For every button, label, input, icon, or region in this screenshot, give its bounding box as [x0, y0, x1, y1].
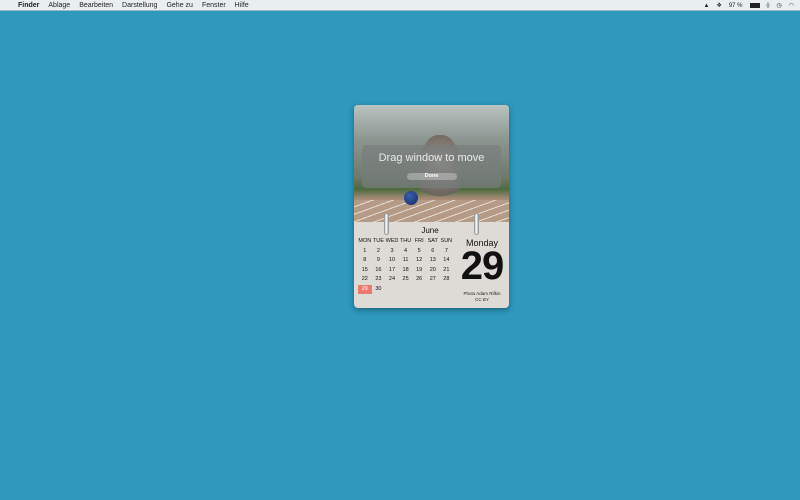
day-cell[interactable]: 27 — [426, 275, 440, 285]
weekday-label: THU — [399, 238, 412, 244]
day-cell — [412, 285, 426, 295]
week-row: 15 16 17 18 19 20 21 — [358, 266, 458, 276]
day-cell[interactable]: 30 — [372, 285, 386, 295]
day-cell[interactable]: 23 — [372, 275, 386, 285]
weekday-label: SUN — [440, 238, 453, 244]
day-cell[interactable]: 17 — [385, 266, 399, 276]
day-cell[interactable]: 11 — [399, 256, 413, 266]
day-cell[interactable]: 8 — [358, 256, 372, 266]
month-label: June — [421, 226, 439, 235]
day-cell[interactable]: 25 — [399, 275, 413, 285]
day-cell[interactable]: 12 — [412, 256, 426, 266]
battery-icon[interactable] — [749, 3, 760, 8]
day-cell[interactable]: 24 — [385, 275, 399, 285]
menu-bearbeiten[interactable]: Bearbeiten — [79, 0, 113, 11]
day-cell[interactable]: 15 — [358, 266, 372, 276]
day-cell[interactable]: 3 — [385, 247, 399, 257]
day-cell[interactable]: 1 — [358, 247, 372, 257]
menu-ablage[interactable]: Ablage — [48, 0, 70, 11]
drag-overlay: Drag window to move Done — [362, 145, 501, 188]
bluetooth-icon[interactable]: ⟠ — [767, 2, 770, 9]
weekday-label: WED — [385, 238, 399, 244]
day-cell[interactable]: 20 — [426, 266, 440, 276]
day-cell[interactable]: 16 — [372, 266, 386, 276]
drag-instruction: Drag window to move — [378, 152, 485, 164]
done-button[interactable]: Done — [406, 173, 457, 180]
day-number: 29 — [460, 244, 505, 288]
weekday-label: FRI — [414, 238, 424, 244]
cat-icon[interactable]: ▲ — [704, 3, 710, 9]
day-cell — [426, 285, 440, 295]
weekday-label: TUE — [372, 238, 384, 244]
week-row: 1234567 — [358, 247, 458, 257]
day-cell — [440, 285, 454, 295]
menu-darstellung[interactable]: Darstellung — [122, 0, 157, 11]
menu-hilfe[interactable]: Hilfe — [235, 0, 249, 11]
week-row: 8 9 10 11 12 13 14 — [358, 256, 458, 266]
week-row: 29 30 — [358, 284, 458, 295]
menu-gehe-zu[interactable]: Gehe zu — [166, 0, 192, 11]
day-cell[interactable]: 6 — [426, 247, 440, 257]
credit-license: CC BY — [475, 297, 489, 302]
time-machine-icon[interactable]: ◷ — [777, 2, 782, 9]
menu-bar: Finder Ablage Bearbeiten Darstellung Geh… — [0, 0, 800, 11]
day-cell[interactable]: 19 — [412, 266, 426, 276]
day-cell[interactable]: 18 — [399, 266, 413, 276]
day-cell — [399, 285, 413, 295]
day-cell[interactable]: 21 — [440, 266, 454, 276]
day-cell[interactable]: 9 — [372, 256, 386, 266]
wifi-icon[interactable]: ◠ — [789, 2, 794, 9]
day-cell[interactable]: 28 — [440, 275, 454, 285]
kitten-photo: Drag window to move Done — [354, 105, 509, 222]
weekday-header-row: MON TUE WED THU FRI SAT SUN — [358, 237, 458, 247]
dropbox-icon[interactable]: ❖ — [716, 2, 721, 9]
day-cell[interactable]: 14 — [440, 256, 454, 266]
day-cell-today[interactable]: 29 — [358, 284, 372, 294]
day-cell[interactable]: 2 — [372, 247, 386, 257]
day-cell[interactable]: 7 — [440, 247, 454, 257]
day-cell[interactable]: 5 — [412, 247, 426, 257]
day-cell — [385, 285, 399, 295]
calendar-widget[interactable]: Drag window to move Done June MON TUE WED T… — [354, 105, 509, 308]
battery-percent[interactable]: 97 % — [729, 3, 743, 9]
weekday-label: SAT — [427, 238, 438, 244]
menu-fenster[interactable]: Fenster — [202, 0, 226, 11]
day-cell[interactable]: 4 — [399, 247, 413, 257]
photo-credit: Photo Adam Rifkin CC BY — [458, 291, 506, 303]
day-cell[interactable]: 26 — [412, 275, 426, 285]
calendar-grid: MON TUE WED THU FRI SAT SUN 1 2 3 4 5 6 7 8 9 10 11 12 13 14… — [358, 237, 458, 294]
day-cell[interactable]: 22 — [358, 275, 372, 285]
day-cell[interactable]: 10 — [385, 256, 399, 266]
menu-finder[interactable]: Finder — [18, 0, 39, 11]
week-row: 22 23 24 25 26 27 28 — [358, 275, 458, 285]
weekday-label: MON — [358, 238, 372, 244]
ball — [404, 191, 418, 205]
day-cell[interactable]: 13 — [426, 256, 440, 266]
